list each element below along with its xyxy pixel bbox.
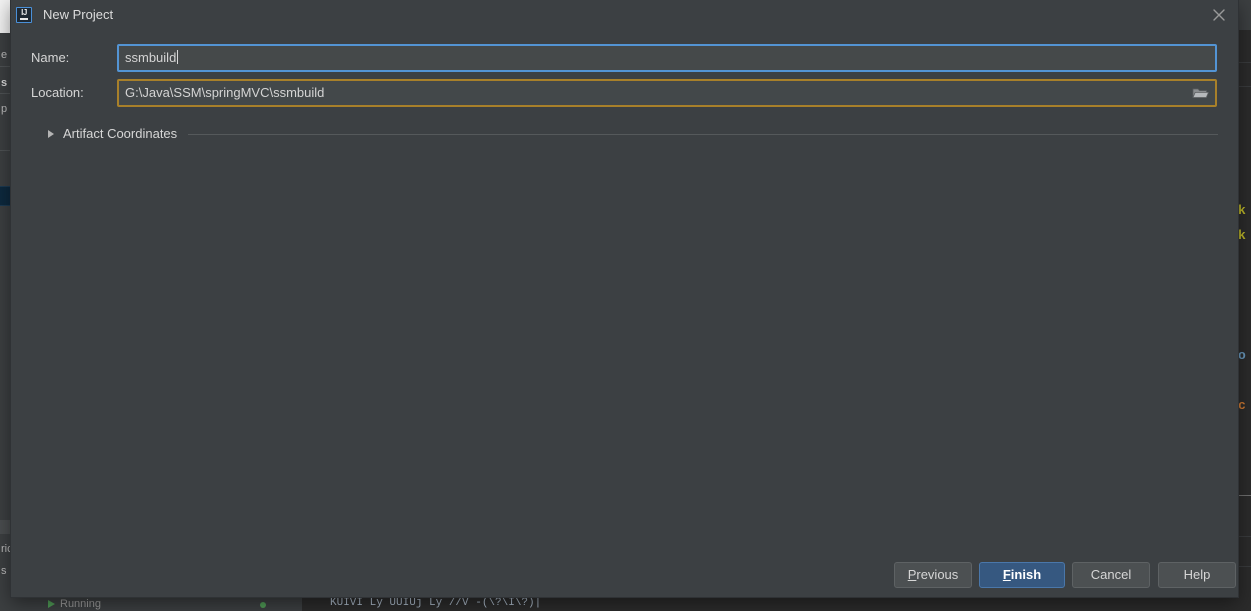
code-token: k [1238, 228, 1246, 243]
project-tree-item[interactable]: e [0, 46, 11, 65]
location-row: Location: G:\Java\SSM\springMVC\ssmbuild [11, 79, 1238, 107]
status-indicator-dot [260, 602, 266, 608]
name-row: Name: ssmbuild [11, 44, 1238, 72]
artifact-coordinates-section[interactable]: Artifact Coordinates [11, 124, 1238, 144]
screen: e s p ric s k k o c Running KUIVI Ly UUI… [0, 0, 1251, 611]
ide-editor-right-edge: k k o c [1238, 0, 1251, 611]
close-icon[interactable] [1208, 4, 1230, 26]
run-icon[interactable] [48, 600, 55, 608]
name-label: Name: [31, 50, 70, 65]
divider [1238, 566, 1251, 567]
text-caret [177, 50, 179, 64]
divider [0, 150, 11, 151]
run-tool-item[interactable]: ric [0, 540, 11, 559]
ide-left-toolbar [0, 0, 11, 33]
dialog-button-bar: Previous Finish Cancel Help [11, 553, 1238, 597]
project-tree-item[interactable]: p [0, 100, 11, 119]
finish-button[interactable]: Finish [979, 562, 1065, 588]
name-input-value: ssmbuild [125, 50, 179, 65]
location-input[interactable]: G:\Java\SSM\springMVC\ssmbuild [117, 79, 1217, 107]
run-tool-item[interactable]: s [0, 562, 11, 581]
ide-right-toolbar [1238, 0, 1251, 30]
help-button[interactable]: Help [1158, 562, 1236, 588]
project-tree-selected-item[interactable] [0, 186, 11, 206]
section-divider [188, 134, 1218, 135]
ide-left-panel: e s p ric s [0, 0, 11, 611]
code-token: k [1238, 203, 1246, 218]
intellij-idea-icon: IJ [16, 7, 32, 23]
triangle-right-icon[interactable] [48, 130, 54, 138]
divider [1238, 536, 1251, 537]
ide-status-bar: Running KUIVI Ly UUIUj Ly //V -(\?\I\?)| [0, 597, 1251, 611]
folder-icon[interactable] [1192, 85, 1210, 101]
ide-left-splitter[interactable] [0, 520, 11, 534]
run-status-label: Running [60, 598, 101, 610]
cancel-button[interactable]: Cancel [1072, 562, 1150, 588]
dialog-title: New Project [43, 7, 114, 22]
divider [0, 93, 11, 94]
artifact-coordinates-label: Artifact Coordinates [63, 126, 178, 141]
console-output: KUIVI Ly UUIUj Ly //V -(\?\I\?)| [330, 597, 542, 609]
dialog-titlebar: IJ New Project [11, 0, 1238, 30]
divider [1238, 86, 1251, 87]
location-label: Location: [31, 85, 84, 100]
code-token: o [1238, 348, 1246, 363]
project-tree-item[interactable]: s [0, 74, 11, 93]
divider [1238, 62, 1251, 63]
location-input-value: G:\Java\SSM\springMVC\ssmbuild [125, 85, 325, 100]
divider [1238, 495, 1251, 496]
code-token: c [1238, 398, 1246, 413]
previous-button[interactable]: Previous [894, 562, 972, 588]
new-project-dialog: IJ New Project Name: ssmbuild Location: … [11, 0, 1238, 597]
name-input[interactable]: ssmbuild [117, 44, 1217, 72]
divider [0, 66, 11, 67]
